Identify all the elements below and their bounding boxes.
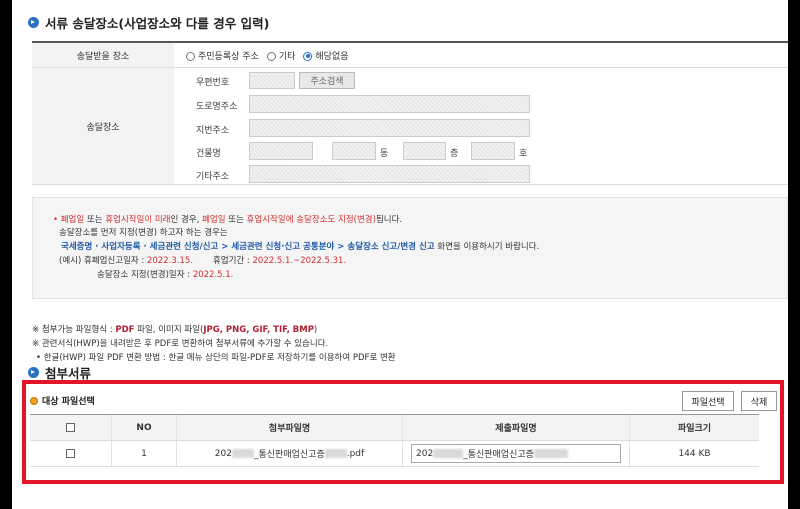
select-all-cell xyxy=(30,415,112,440)
radio-icon[interactable] xyxy=(186,51,195,61)
notice-line-5: 송달장소 지정(변경)일자 : 2022.5.1. xyxy=(97,270,234,280)
radio-not-applicable[interactable]: 해당없음 xyxy=(303,49,349,62)
redacted-mask xyxy=(433,449,464,458)
row-no: 1 xyxy=(112,441,177,466)
dong-label: 동 xyxy=(380,149,389,159)
zip-input[interactable] xyxy=(249,72,295,89)
row-submit-name-cell: 202 _통신판매업신고증 xyxy=(403,441,630,466)
section-title-delivery: 서류 송달장소(사업장소와 다를 경우 입력) xyxy=(28,13,269,32)
delete-button[interactable]: 삭제 xyxy=(741,391,777,411)
road-address-label: 도로명주소 xyxy=(196,102,238,112)
row-attach-name: 202 _통신판매업신고증 .pdf xyxy=(177,441,403,466)
notice-line-3: 국세증명 · 사업자등록 · 세금관련 신청/신고 > 세금관련 신청·신고 공… xyxy=(61,242,540,252)
note-file-formats: ※ 첨부가능 파일형식 : PDF 파일, 이미지 파일(JPG, PNG, G… xyxy=(32,325,318,335)
delivery-address-row: 송달장소 우편번호 주소검색 도로명주소 지번주소 건물명 동 층 호 기타주소 xyxy=(32,68,788,185)
table-row: 1 202 _통신판매업신고증 .pdf 202 _통신판매업신고증 144 KB xyxy=(30,441,759,467)
redacted-mask xyxy=(533,449,568,458)
redacted-mask xyxy=(324,449,347,458)
notice-line-1: • 폐업일 또는 휴업시작일이 미래인 경우, 폐업일 또는 휴업시작일에 송달… xyxy=(53,215,403,225)
select-all-checkbox[interactable] xyxy=(66,423,75,432)
delivery-place-header: 송달받을 장소 xyxy=(32,43,174,67)
other-address-label: 기타주소 xyxy=(196,172,230,182)
radio-selected-icon[interactable] xyxy=(303,51,313,61)
floor-input[interactable] xyxy=(403,142,446,160)
address-search-button[interactable]: 주소검색 xyxy=(299,72,355,89)
delivery-address-fields: 우편번호 주소검색 도로명주소 지번주소 건물명 동 층 호 기타주소 xyxy=(174,68,788,184)
radio-icon[interactable] xyxy=(266,51,276,61)
redacted-mask xyxy=(231,449,254,458)
col-submit-name: 제출파일명 xyxy=(403,415,630,440)
menu-path-link[interactable]: 국세증명 · 사업자등록 · 세금관련 신청/신고 > 세금관련 신청·신고 공… xyxy=(61,242,435,252)
delivery-address-table: 송달받을 장소 주민등록상 주소 기타 해당없음 송달장소 우편번호 주소검색 … xyxy=(32,41,788,185)
zip-label: 우편번호 xyxy=(196,78,230,88)
ho-label: 호 xyxy=(519,149,528,159)
note-hwp-method: • 한글(HWP) 파일 PDF 변환 방법 : 한글 메뉴 상단의 파일-PD… xyxy=(36,353,396,363)
lot-address-label: 지번주소 xyxy=(196,126,230,136)
section-arrow-icon xyxy=(28,17,39,28)
road-address-input[interactable] xyxy=(249,95,530,113)
attachment-table: NO 첨부파일명 제출파일명 파일크기 1 202 _통신판매업신고증 .pdf 2… xyxy=(30,414,759,467)
other-address-input[interactable] xyxy=(249,165,530,183)
row-file-size: 144 KB xyxy=(678,448,711,459)
delivery-place-options: 주민등록상 주소 기타 해당없음 xyxy=(174,43,788,67)
submit-name-input[interactable]: 202 _통신판매업신고증 xyxy=(411,444,621,463)
col-file-size: 파일크기 xyxy=(677,424,712,434)
ho-input[interactable] xyxy=(471,142,515,160)
notice-box: • 폐업일 또는 휴업시작일이 미래인 경우, 폐업일 또는 휴업시작일에 송달… xyxy=(32,197,788,299)
radio-other[interactable]: 기타 xyxy=(266,49,295,62)
lot-address-input[interactable] xyxy=(249,119,530,137)
page: 서류 송달장소(사업장소와 다를 경우 입력) 송달받을 장소 주민등록상 주소… xyxy=(12,0,788,509)
delivery-address-header: 송달장소 xyxy=(32,68,174,184)
attachment-table-header: NO 첨부파일명 제출파일명 파일크기 xyxy=(30,415,759,441)
building-name-input[interactable] xyxy=(249,142,313,160)
section-arrow-icon xyxy=(28,367,39,378)
row-check-cell xyxy=(30,441,112,466)
col-no: NO xyxy=(112,415,177,440)
target-file-label-group: 대상 파일선택 xyxy=(30,394,95,407)
dot-icon xyxy=(30,396,38,405)
dong-input[interactable] xyxy=(332,142,376,160)
col-attach-name: 첨부파일명 xyxy=(177,415,403,440)
building-label: 건물명 xyxy=(196,149,221,159)
notice-line-4: (예시) 휴폐업신고일자 : 2022.3.15. 휴업기간 : 2022.5.1… xyxy=(59,256,347,266)
note-hwp-convert: ※ 관련서식(HWP)을 내려받은 후 PDF로 변환하여 첨부서류에 추가할 … xyxy=(32,339,329,349)
file-select-button[interactable]: 파일선택 xyxy=(682,391,734,411)
notice-line-2: 송달장소를 먼저 지정(변경) 하고자 하는 경우는 xyxy=(59,228,228,238)
radio-resident-address[interactable]: 주민등록상 주소 xyxy=(186,49,259,62)
row-checkbox[interactable] xyxy=(66,449,75,458)
floor-label: 층 xyxy=(450,149,459,159)
delivery-place-row: 송달받을 장소 주민등록상 주소 기타 해당없음 xyxy=(32,43,788,68)
